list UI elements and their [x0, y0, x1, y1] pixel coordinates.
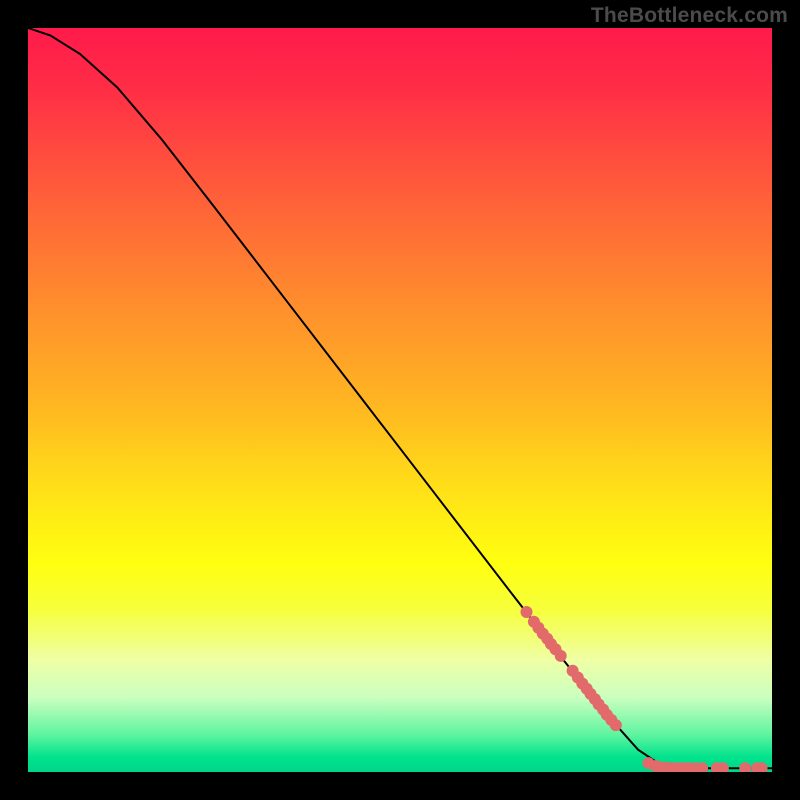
chart-svg	[28, 28, 772, 772]
curve-line	[28, 28, 772, 768]
data-point	[521, 606, 533, 618]
data-point	[555, 650, 567, 662]
data-points	[521, 606, 768, 772]
chart-container: TheBottleneck.com	[0, 0, 800, 800]
data-point	[610, 719, 622, 731]
watermark-text: TheBottleneck.com	[591, 4, 788, 28]
plot-area	[28, 28, 772, 772]
data-point	[739, 762, 751, 772]
